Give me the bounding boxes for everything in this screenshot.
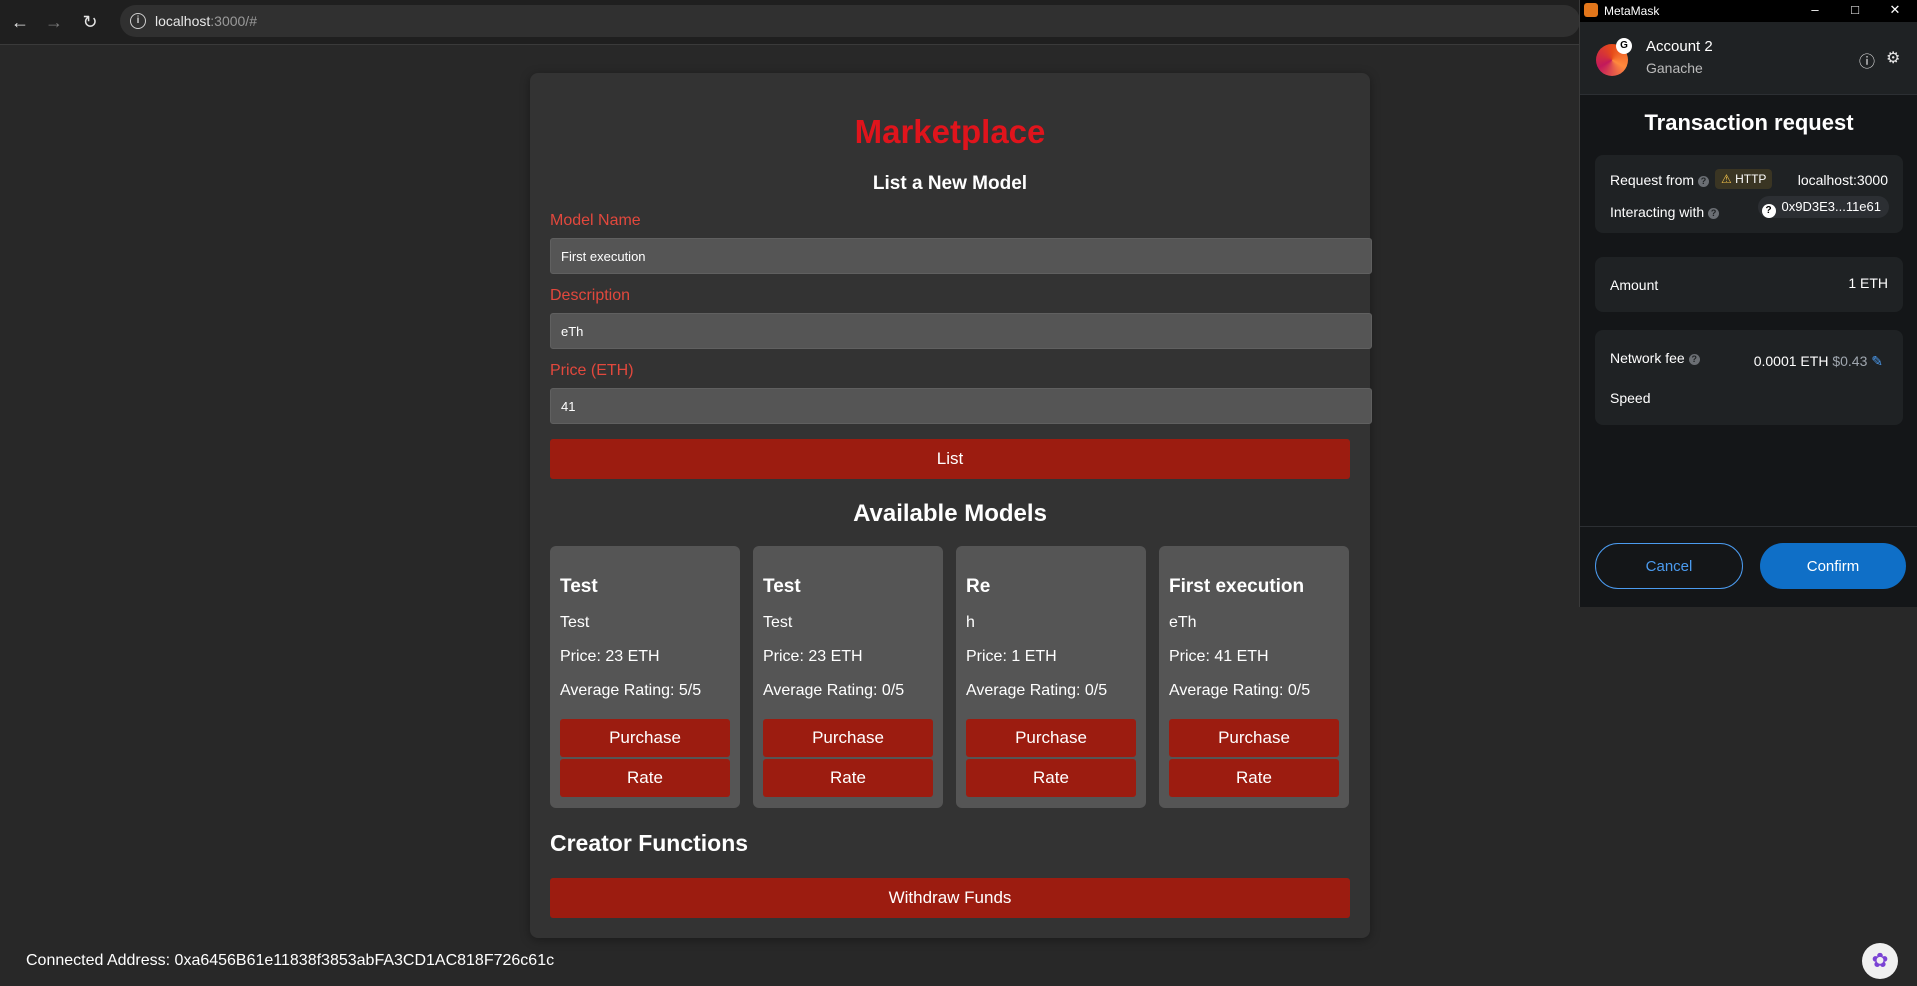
purchase-button[interactable]: Purchase	[560, 719, 730, 757]
model-price: Price: 23 ETH	[763, 648, 863, 665]
model-price: Price: 23 ETH	[560, 648, 660, 665]
rate-button[interactable]: Rate	[763, 759, 933, 797]
model-description: Test	[763, 614, 793, 631]
network-fee-label: Network fee?	[1610, 350, 1700, 366]
metamask-footer: Cancel Confirm	[1580, 526, 1917, 607]
address-bar[interactable]: i localhost:3000/#	[120, 5, 1580, 37]
model-price: Price: 1 ETH	[966, 648, 1057, 665]
model-card: First execution eTh Price: 41 ETH Averag…	[1159, 546, 1349, 808]
purchase-button[interactable]: Purchase	[966, 719, 1136, 757]
settings-sliders-icon[interactable]: ⚙	[1886, 48, 1900, 68]
model-card: Test Test Price: 23 ETH Average Rating: …	[550, 546, 740, 808]
request-details-box: Request from? ⚠ HTTP localhost:3000 Inte…	[1595, 155, 1903, 233]
page-title: Marketplace	[854, 113, 1046, 150]
model-card: Test Test Price: 23 ETH Average Rating: …	[753, 546, 943, 808]
model-description: Test	[560, 614, 590, 631]
minimize-icon[interactable]: –	[1805, 2, 1825, 17]
fee-box: Network fee? 0.0001 ETH $0.43 ✎ Speed	[1595, 330, 1903, 425]
withdraw-funds-button[interactable]: Withdraw Funds	[550, 878, 1350, 918]
brain-extension-icon[interactable]: ✿	[1862, 943, 1898, 979]
speed-label: Speed	[1610, 390, 1651, 406]
model-name: Test	[560, 576, 598, 597]
request-from-value: localhost:3000	[1797, 172, 1888, 188]
maximize-icon[interactable]: □	[1845, 2, 1865, 17]
model-description: h	[966, 614, 975, 631]
amount-value: 1 ETH	[1848, 275, 1888, 291]
model-name: First execution	[1169, 576, 1305, 597]
account-name: Account 2	[1646, 38, 1713, 55]
model-description: eTh	[1169, 614, 1197, 631]
model-name-input[interactable]	[550, 238, 1372, 274]
amount-box: Amount 1 ETH	[1595, 257, 1903, 312]
list-button[interactable]: List	[550, 439, 1350, 479]
request-from-label: Request from?	[1610, 172, 1710, 188]
model-rating: Average Rating: 0/5	[1169, 682, 1311, 699]
metamask-window-title: MetaMask	[1604, 4, 1660, 18]
model-card: Re h Price: 1 ETH Average Rating: 0/5 Pu…	[956, 546, 1146, 808]
model-rating: Average Rating: 5/5	[560, 682, 702, 699]
marketplace-panel: Marketplace List a New Model Model Name …	[530, 73, 1372, 938]
price-label: Price (ETH)	[550, 362, 634, 379]
url-text[interactable]: localhost:3000/#	[155, 13, 257, 29]
model-price: Price: 41 ETH	[1169, 648, 1269, 665]
creator-functions-heading: Creator Functions	[550, 830, 749, 856]
network-name: Ganache	[1646, 60, 1703, 76]
rate-button[interactable]: Rate	[966, 759, 1136, 797]
network-fee-value: 0.0001 ETH $0.43 ✎	[1753, 353, 1883, 369]
close-icon[interactable]: ✕	[1885, 2, 1905, 18]
model-rating: Average Rating: 0/5	[966, 682, 1108, 699]
purchase-button[interactable]: Purchase	[763, 719, 933, 757]
amount-label: Amount	[1610, 277, 1659, 293]
metamask-titlebar: MetaMask – □ ✕	[1580, 0, 1917, 22]
back-arrow-icon[interactable]: ←	[8, 10, 32, 34]
help-icon[interactable]: ?	[1688, 354, 1700, 365]
forward-arrow-icon[interactable]: →	[42, 10, 66, 34]
transaction-request-heading: Transaction request	[1644, 110, 1854, 135]
connected-address: Connected Address: 0xa6456B61e11838f3853…	[26, 952, 555, 969]
edit-pencil-icon[interactable]: ✎	[1871, 353, 1883, 369]
list-model-heading: List a New Model	[872, 173, 1028, 194]
question-icon: ?	[1761, 204, 1776, 218]
cancel-button[interactable]: Cancel	[1595, 543, 1743, 589]
help-icon[interactable]: ?	[1708, 208, 1720, 219]
reload-icon[interactable]: ↻	[78, 10, 102, 34]
contract-address-pill[interactable]: ? 0x9D3E3...11e61	[1757, 196, 1889, 218]
confirm-button[interactable]: Confirm	[1760, 543, 1906, 589]
interacting-with-label: Interacting with?	[1610, 204, 1720, 220]
warning-icon: ⚠	[1721, 172, 1732, 186]
purchase-button[interactable]: Purchase	[1169, 719, 1339, 757]
description-label: Description	[550, 287, 631, 304]
rate-button[interactable]: Rate	[560, 759, 730, 797]
help-icon[interactable]: ?	[1698, 176, 1710, 187]
description-input[interactable]	[550, 313, 1372, 349]
metamask-popup: MetaMask – □ ✕ G Account 2 Ganache ⓘ ⚙ T…	[1579, 0, 1917, 607]
site-info-icon[interactable]: i	[130, 13, 146, 29]
price-input[interactable]	[550, 388, 1372, 424]
available-models-heading: Available Models	[853, 500, 1047, 527]
model-rating: Average Rating: 0/5	[763, 682, 905, 699]
rate-button[interactable]: Rate	[1169, 759, 1339, 797]
network-badge: G	[1616, 38, 1632, 54]
http-warning-badge: ⚠ HTTP	[1715, 169, 1773, 189]
account-header: G Account 2 Ganache ⓘ ⚙	[1580, 22, 1917, 95]
model-name: Re	[966, 576, 991, 597]
model-name: Test	[763, 576, 801, 597]
metamask-fox-icon	[1584, 3, 1598, 17]
model-name-label: Model Name	[550, 212, 641, 229]
info-icon[interactable]: ⓘ	[1859, 48, 1875, 72]
